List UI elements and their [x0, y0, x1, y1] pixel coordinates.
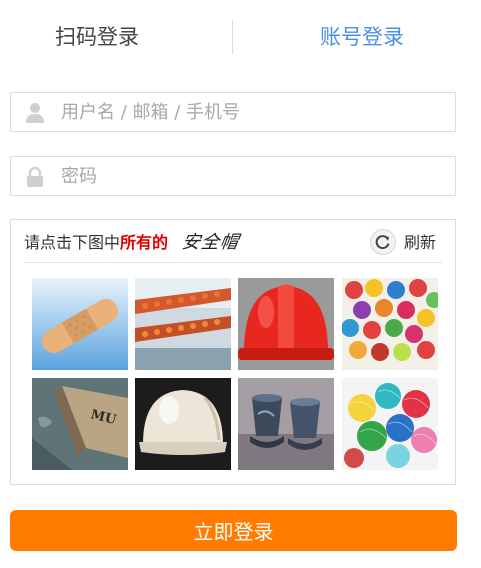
- password-field[interactable]: [10, 156, 456, 196]
- tab-qr-login[interactable]: 扫码登录: [55, 22, 139, 52]
- captcha-image-book[interactable]: MU: [32, 378, 128, 470]
- captcha-image-boats[interactable]: [135, 278, 231, 370]
- user-icon: [25, 102, 45, 124]
- login-tabs: 扫码登录 账号登录: [0, 0, 481, 76]
- username-field[interactable]: [10, 92, 456, 132]
- captcha-image-yarn[interactable]: [342, 378, 438, 470]
- captcha-divider: [24, 262, 442, 263]
- captcha-instruction: 请点击下图中所有的 安全帽: [24, 230, 241, 256]
- tab-divider: [232, 20, 233, 54]
- password-input[interactable]: [61, 157, 441, 195]
- captcha-image-bandage[interactable]: [32, 278, 128, 370]
- refresh-label: 刷新: [404, 233, 437, 252]
- login-button[interactable]: 立即登录: [10, 510, 457, 551]
- captcha-instruction-highlight: 所有的: [120, 233, 169, 252]
- captcha-image-red-helmet[interactable]: [238, 278, 334, 370]
- captcha-image-white-helmet[interactable]: [135, 378, 231, 470]
- refresh-icon: [370, 229, 396, 255]
- captcha-target-hint: 安全帽: [180, 232, 241, 253]
- captcha-instruction-prefix: 请点击下图中: [24, 233, 121, 252]
- captcha-image-knots[interactable]: [342, 278, 438, 370]
- tab-account-login[interactable]: 账号登录: [320, 22, 404, 52]
- captcha-image-cups[interactable]: [238, 378, 334, 470]
- captcha-image-grid: MU: [32, 278, 438, 472]
- username-input[interactable]: [61, 93, 441, 131]
- captcha-panel: 请点击下图中所有的 安全帽 刷新 MU: [10, 219, 456, 485]
- lock-icon: [25, 166, 45, 188]
